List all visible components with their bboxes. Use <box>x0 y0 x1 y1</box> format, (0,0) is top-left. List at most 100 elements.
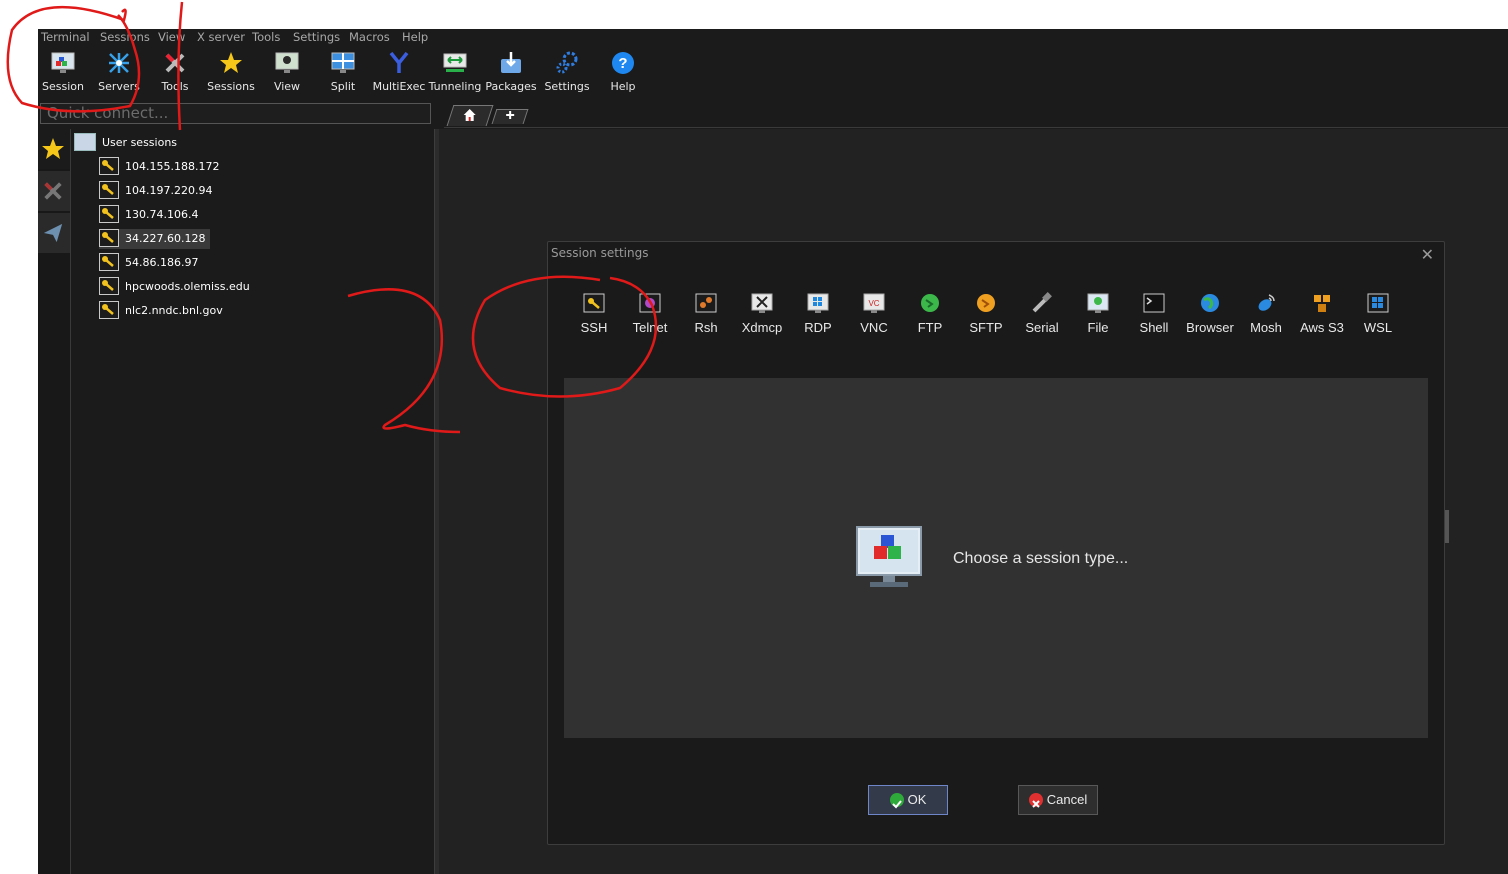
session-item[interactable]: hpcwoods.olemiss.edu <box>99 277 255 297</box>
key-icon <box>99 205 119 223</box>
rdp-icon <box>807 293 829 313</box>
packages-button-label: Packages <box>485 80 537 93</box>
session-type-rdp[interactable]: RDP <box>790 292 846 335</box>
rsh-icon <box>695 293 717 313</box>
settings-button[interactable]: Settings <box>539 47 595 97</box>
session-settings-dialog: Session settings ✕ SSH Telnet Rsh Xdmcp … <box>547 241 1445 845</box>
packages-button[interactable]: Packages <box>483 47 539 97</box>
menu-help[interactable]: Help <box>402 30 428 44</box>
session-item-label: 130.74.106.4 <box>125 208 199 221</box>
tunneling-button[interactable]: Tunneling <box>427 47 483 97</box>
menu-bar: Terminal Sessions View X server Tools Se… <box>38 29 1508 45</box>
session-type-wsl[interactable]: WSL <box>1350 292 1406 335</box>
send-icon <box>43 223 63 243</box>
help-button[interactable]: ? Help <box>595 47 651 97</box>
sidebar-tab-macros[interactable] <box>38 213 70 253</box>
windows-icon <box>1367 293 1389 313</box>
split-button-label: Split <box>330 80 356 93</box>
session-type-mosh[interactable]: Mosh <box>1238 292 1294 335</box>
session-type-label: Shell <box>1139 320 1169 335</box>
menu-tools[interactable]: Tools <box>252 30 280 44</box>
ok-button-label: OK <box>907 792 927 807</box>
sidebar-tab-tools[interactable] <box>38 171 70 211</box>
serial-icon <box>1032 292 1052 313</box>
file-icon <box>1087 293 1109 313</box>
sidebar-tab-strip <box>38 129 71 874</box>
session-item-label: nlc2.nndc.bnl.gov <box>125 304 223 317</box>
multiexec-button-label: MultiExec <box>372 80 426 93</box>
multiexec-button[interactable]: MultiExec <box>371 47 427 97</box>
tools-button-label: Tools <box>161 80 189 93</box>
new-tab-button[interactable] <box>491 109 529 124</box>
toolbar: Session Servers Tools Sessions View Spli… <box>38 47 1508 97</box>
session-type-file[interactable]: File <box>1070 292 1126 335</box>
session-type-label: SSH <box>580 320 608 335</box>
session-item[interactable]: 130.74.106.4 <box>99 205 203 225</box>
split-button[interactable]: Split <box>315 47 371 97</box>
menu-view[interactable]: View <box>158 30 185 44</box>
menu-macros[interactable]: Macros <box>349 30 390 44</box>
sidebar-tab-sessions[interactable] <box>38 129 70 169</box>
key-icon <box>99 277 119 295</box>
session-item[interactable]: nlc2.nndc.bnl.gov <box>99 301 228 321</box>
folder-icon <box>74 133 96 151</box>
plus-icon <box>506 111 515 119</box>
session-type-label: RDP <box>804 320 832 335</box>
view-button[interactable]: View <box>259 47 315 97</box>
key-icon <box>99 157 119 175</box>
close-icon[interactable]: ✕ <box>1421 245 1434 265</box>
menu-x-server[interactable]: X server <box>197 30 245 44</box>
session-item-label: 104.197.220.94 <box>125 184 213 197</box>
session-type-label: Mosh <box>1250 320 1282 335</box>
session-type-vnc[interactable]: VC VNC <box>846 292 902 335</box>
session-type-label: Aws S3 <box>1300 320 1344 335</box>
session-type-shell[interactable]: Shell <box>1126 292 1182 335</box>
servers-icon <box>109 53 129 73</box>
session-type-label: SFTP <box>969 320 1003 335</box>
session-type-ftp[interactable]: FTP <box>902 292 958 335</box>
view-icon <box>275 52 299 73</box>
key-icon <box>99 253 119 271</box>
session-item-label: 34.227.60.128 <box>125 232 206 245</box>
servers-button[interactable]: Servers <box>91 47 147 97</box>
session-type-serial[interactable]: Serial <box>1014 292 1070 335</box>
quick-connect-input[interactable]: Quick connect... <box>40 103 431 124</box>
session-type-ssh[interactable]: SSH <box>566 292 622 335</box>
menu-terminal[interactable]: Terminal <box>41 30 90 44</box>
menu-settings[interactable]: Settings <box>293 30 340 44</box>
session-type-telnet[interactable]: Telnet <box>622 292 678 335</box>
tools-button[interactable]: Tools <box>147 47 203 97</box>
help-icon: ? <box>612 52 634 74</box>
ok-button[interactable]: OK <box>868 785 948 815</box>
home-tab[interactable] <box>446 105 494 126</box>
session-type-sftp[interactable]: SFTP <box>958 292 1014 335</box>
session-type-label: Telnet <box>632 320 668 335</box>
check-icon <box>889 792 904 809</box>
sessions-button[interactable]: Sessions <box>203 47 259 97</box>
session-item-selected[interactable]: 34.227.60.128 <box>99 229 211 249</box>
packages-icon <box>501 52 521 73</box>
session-type-browser[interactable]: Browser <box>1182 292 1238 335</box>
split-icon <box>331 52 355 73</box>
session-monitor-icon <box>856 526 922 587</box>
satellite-icon <box>1258 294 1275 311</box>
tab-bar <box>444 103 1508 128</box>
cancel-button[interactable]: Cancel <box>1018 785 1098 815</box>
ftp-icon <box>921 294 939 312</box>
globe-icon <box>1201 294 1219 312</box>
key-icon <box>99 301 119 319</box>
session-button[interactable]: Session <box>38 47 91 97</box>
sftp-icon <box>977 294 995 312</box>
session-item[interactable]: 104.197.220.94 <box>99 181 217 201</box>
session-type-aws-s3[interactable]: Aws S3 <box>1294 292 1350 335</box>
session-item[interactable]: 54.86.186.97 <box>99 253 203 273</box>
shell-icon <box>1143 293 1165 313</box>
session-type-xdmcp[interactable]: Xdmcp <box>734 292 790 335</box>
choose-session-prompt: Choose a session type... <box>953 550 1129 567</box>
session-type-rsh[interactable]: Rsh <box>678 292 734 335</box>
session-item[interactable]: 104.155.188.172 <box>99 157 224 177</box>
xdmcp-icon <box>751 293 773 313</box>
user-sessions-folder[interactable]: User sessions <box>74 133 177 152</box>
menu-sessions[interactable]: Sessions <box>100 30 150 44</box>
cancel-icon <box>1028 792 1043 808</box>
